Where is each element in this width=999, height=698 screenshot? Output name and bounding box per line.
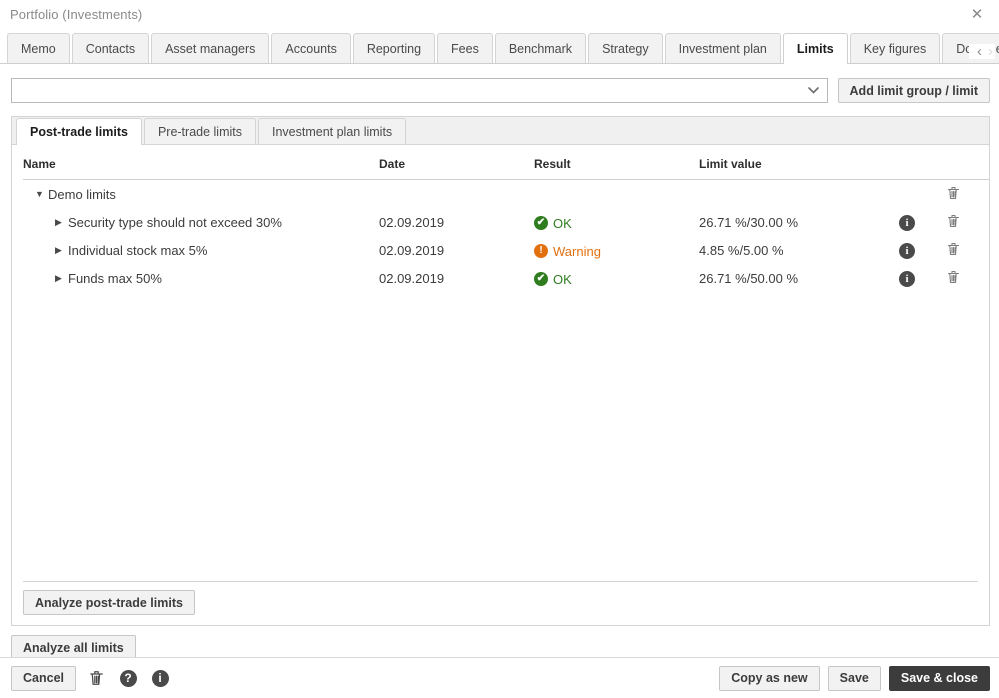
status-badge: OK [553,215,572,231]
tab-benchmark[interactable]: Benchmark [494,33,587,63]
window-title-bar: Portfolio (Investments) ✕ [0,0,999,28]
tab-asset-managers[interactable]: Asset managers [151,33,270,63]
limit-name-label: Security type should not exceed 30% [68,214,282,230]
tab-memo[interactable]: Memo [7,33,70,63]
limit-value-cell: 4.85 %/5.00 % [699,242,784,258]
tab-reporting[interactable]: Reporting [352,33,436,63]
info-icon[interactable]: i [899,242,915,259]
limit-name-cell: ▶ Funds max 50% [23,264,379,292]
tree-toggle-icon[interactable]: ▼ [35,189,48,199]
table-row-group[interactable]: ▼ Demo limits [23,180,989,209]
dialog-bottom-bar: Cancel ? i Copy as new Save Save & close [0,657,999,698]
limit-group-select[interactable] [11,78,828,103]
group-date-cell [379,180,534,209]
group-limit-value-cell [699,180,899,209]
tab-investment-plan[interactable]: Investment plan [664,33,781,63]
tab-scroll-controls: ‹ › [969,44,995,59]
column-header-delete [945,145,989,180]
chevron-right-icon[interactable]: › [986,44,995,59]
copy-as-new-button[interactable]: Copy as new [719,665,820,691]
limits-sub-tab-strip: Post-trade limits Pre-trade limits Inves… [12,117,989,145]
limit-name-cell: ▶ Security type should not exceed 30% [23,208,379,236]
limit-delete-cell [945,208,989,236]
limit-result-cell: ✔ OK [534,264,699,292]
tab-pre-trade-limits[interactable]: Pre-trade limits [143,118,256,144]
tab-strategy[interactable]: Strategy [588,33,663,63]
limit-name-label: Individual stock max 5% [68,242,208,258]
group-name-label: Demo limits [48,186,116,202]
status-ok-icon: ✔ [534,216,548,231]
trash-icon[interactable] [945,213,961,229]
analyze-post-trade-limits-button[interactable]: Analyze post-trade limits [23,590,195,615]
limit-info-cell: i [899,236,945,264]
limit-result-cell: ✔ OK [534,208,699,236]
status-warning-icon: ! [534,244,548,259]
trash-icon[interactable] [84,666,108,690]
limit-name-label: Funds max 50% [68,270,162,286]
help-icon-glyph: ? [119,669,137,687]
limit-date-cell: 02.09.2019 [379,242,445,258]
info-icon[interactable]: i [148,666,172,690]
limit-date-cell: 02.09.2019 [379,214,445,230]
info-icon-glyph: i [151,669,169,687]
group-delete-cell [945,180,989,209]
status-badge: OK [553,271,572,287]
main-tab-strip: Memo Contacts Asset managers Accounts Re… [0,28,999,64]
tab-contacts[interactable]: Contacts [71,33,150,63]
table-row[interactable]: ▶ Individual stock max 5% 02.09.2019 ! W… [23,236,989,264]
page-title: Portfolio (Investments) [10,6,143,22]
group-result-cell [534,180,699,209]
tab-limits[interactable]: Limits [782,33,848,64]
table-row[interactable]: ▶ Security type should not exceed 30% 02… [23,208,989,236]
status-badge: Warning [553,243,601,259]
trash-icon[interactable] [945,269,961,285]
chevron-down-icon [801,79,827,102]
info-icon[interactable]: i [899,270,915,287]
trash-icon[interactable] [945,185,961,201]
limits-toolbar: Add limit group / limit [0,64,999,107]
outer-actions: Analyze all limits [0,626,999,660]
trash-icon[interactable] [945,241,961,257]
tree-toggle-icon[interactable]: ▶ [55,245,68,256]
group-info-cell [899,180,945,209]
limits-panel: Post-trade limits Pre-trade limits Inves… [11,116,990,626]
tab-fees[interactable]: Fees [437,33,493,63]
tree-toggle-icon[interactable]: ▶ [55,273,68,284]
status-ok-icon: ✔ [534,272,548,287]
post-trade-limits-body: Name Date Result Limit value ▼ Demo limi… [12,145,989,625]
table-header-row: Name Date Result Limit value [23,145,989,180]
column-header-info [899,145,945,180]
group-name-cell: ▼ Demo limits [23,180,379,209]
tree-toggle-icon[interactable]: ▶ [55,217,68,228]
close-icon[interactable]: ✕ [967,4,987,24]
limit-value-cell: 26.71 %/30.00 % [699,214,799,230]
table-row[interactable]: ▶ Funds max 50% 02.09.2019 ✔ OK 26.71 %/… [23,264,989,292]
limit-info-cell: i [899,264,945,292]
limit-result-cell: ! Warning [534,236,699,264]
cancel-button[interactable]: Cancel [11,665,76,691]
limit-value-cell: 26.71 %/50.00 % [699,270,799,286]
tab-accounts[interactable]: Accounts [271,33,351,63]
limit-info-cell: i [899,208,945,236]
save-button[interactable]: Save [827,665,881,691]
column-header-result: Result [534,145,699,180]
limit-date-cell: 02.09.2019 [379,270,445,286]
info-icon[interactable]: i [899,214,915,231]
column-header-name: Name [23,145,379,180]
tab-key-figures[interactable]: Key figures [849,33,941,63]
column-header-limit-value: Limit value [699,145,899,180]
tab-investment-plan-limits[interactable]: Investment plan limits [257,118,407,144]
limits-table: Name Date Result Limit value ▼ Demo limi… [23,145,989,292]
limit-delete-cell [945,236,989,264]
chevron-left-icon[interactable]: ‹ [975,44,984,59]
save-and-close-button[interactable]: Save & close [888,665,990,691]
limit-delete-cell [945,264,989,292]
panel-footer: Analyze post-trade limits [23,581,978,625]
limit-name-cell: ▶ Individual stock max 5% [23,236,379,264]
add-limit-group-button[interactable]: Add limit group / limit [837,78,990,103]
tab-post-trade-limits[interactable]: Post-trade limits [16,118,142,145]
column-header-date: Date [379,145,534,180]
help-icon[interactable]: ? [116,666,140,690]
